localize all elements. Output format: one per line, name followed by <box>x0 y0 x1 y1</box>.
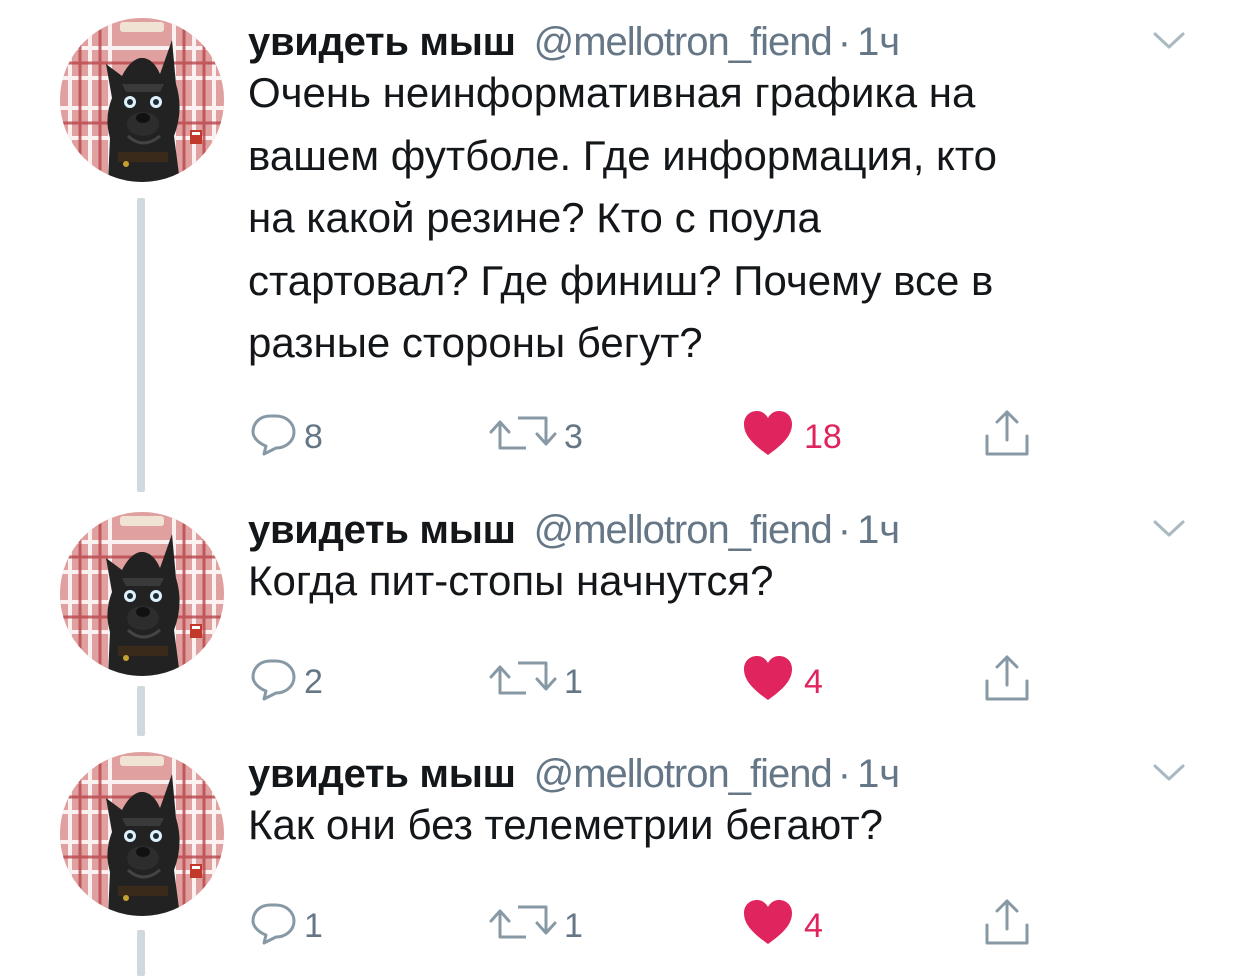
retweet-icon <box>488 408 558 467</box>
retweet-button[interactable]: 1 <box>488 896 583 956</box>
heart-icon <box>742 409 794 466</box>
heart-icon <box>742 898 794 955</box>
reply-button[interactable]: 1 <box>248 896 323 956</box>
like-button[interactable]: 4 <box>742 896 823 956</box>
share-button[interactable] <box>983 896 1031 956</box>
retweet-count: 1 <box>564 662 583 701</box>
share-icon <box>983 653 1031 712</box>
avatar[interactable] <box>60 752 224 916</box>
thread-line <box>137 198 145 492</box>
reply-icon <box>248 408 298 467</box>
tweet-actions: 8 3 18 <box>248 407 1048 467</box>
chevron-down-icon[interactable] <box>1152 518 1186 540</box>
like-button[interactable]: 18 <box>742 407 842 467</box>
tweet-thread: увидеть мыш @mellotron_fiend · 1ч Очень … <box>0 0 1239 976</box>
retweet-button[interactable]: 1 <box>488 652 583 712</box>
tweet[interactable]: увидеть мыш @mellotron_fiend · 1ч Очень … <box>0 12 1239 492</box>
like-button[interactable]: 4 <box>742 652 823 712</box>
thread-line <box>137 930 145 976</box>
retweet-icon <box>488 653 558 712</box>
reply-icon <box>248 653 298 712</box>
reply-count: 2 <box>304 662 323 701</box>
tweet[interactable]: увидеть мыш @mellotron_fiend · 1ч Как он… <box>0 744 1239 976</box>
like-count: 4 <box>804 662 823 701</box>
reply-count: 1 <box>304 906 323 945</box>
like-count: 18 <box>804 417 842 456</box>
avatar[interactable] <box>60 512 224 676</box>
share-icon <box>983 408 1031 467</box>
tweet-text: Когда пит-стопы начнутся? <box>248 557 774 604</box>
tweet-text: Очень неинформативная графика на вашем ф… <box>248 69 998 366</box>
avatar[interactable] <box>60 18 224 182</box>
reply-icon <box>248 897 298 956</box>
share-button[interactable] <box>983 652 1031 712</box>
tweet-actions: 2 1 4 <box>248 652 1048 712</box>
tweet-actions: 1 1 4 <box>248 896 1048 956</box>
chevron-down-icon[interactable] <box>1152 30 1186 52</box>
chevron-down-icon[interactable] <box>1152 762 1186 784</box>
tweet-text: Как они без телеметрии бегают? <box>248 801 883 848</box>
retweet-button[interactable]: 3 <box>488 407 583 467</box>
thread-line <box>137 686 145 736</box>
retweet-icon <box>488 897 558 956</box>
heart-icon <box>742 654 794 711</box>
share-button[interactable] <box>983 407 1031 467</box>
retweet-count: 1 <box>564 906 583 945</box>
reply-button[interactable]: 8 <box>248 407 323 467</box>
retweet-count: 3 <box>564 417 583 456</box>
reply-button[interactable]: 2 <box>248 652 323 712</box>
tweet[interactable]: увидеть мыш @mellotron_fiend · 1ч Когда … <box>0 500 1239 736</box>
reply-count: 8 <box>304 417 323 456</box>
share-icon <box>983 897 1031 956</box>
like-count: 4 <box>804 906 823 945</box>
